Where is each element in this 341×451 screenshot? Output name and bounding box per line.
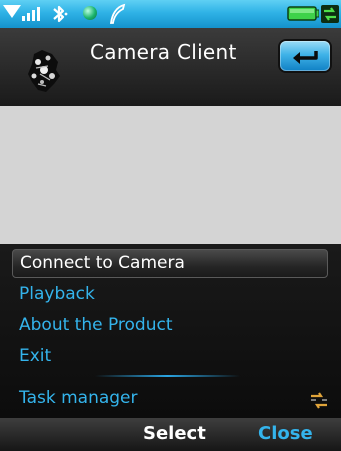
ball-icon (83, 6, 97, 20)
select-softkey[interactable]: Select (143, 423, 206, 444)
task-manager-icon[interactable] (308, 391, 330, 411)
menu-divider (95, 375, 240, 377)
camera-preview-area (0, 106, 341, 244)
battery-icon (287, 6, 319, 21)
signal-bars-icon (22, 5, 44, 21)
menu-item-exit[interactable]: Exit (12, 342, 328, 371)
task-manager-link[interactable]: Task manager (19, 388, 138, 408)
signal-triangle-icon (3, 5, 21, 18)
menu-item-playback[interactable]: Playback (12, 280, 328, 309)
menu-item-connect-to-camera[interactable]: Connect to Camera (12, 249, 328, 278)
options-menu: Connect to Camera Playback About the Pro… (0, 244, 341, 418)
sync-icon (321, 5, 339, 23)
feather-icon (109, 3, 126, 24)
softkey-bar: Select Close (0, 418, 341, 451)
app-logo-icon (28, 50, 60, 92)
bluetooth-icon (53, 5, 68, 23)
close-softkey[interactable]: Close (258, 423, 313, 444)
back-arrow-icon (293, 51, 318, 64)
status-bar (0, 0, 341, 28)
page-title: Camera Client (90, 40, 237, 64)
menu-item-about-the-product[interactable]: About the Product (12, 311, 328, 340)
app-header: Camera Client (0, 28, 341, 106)
back-button[interactable] (280, 41, 330, 71)
